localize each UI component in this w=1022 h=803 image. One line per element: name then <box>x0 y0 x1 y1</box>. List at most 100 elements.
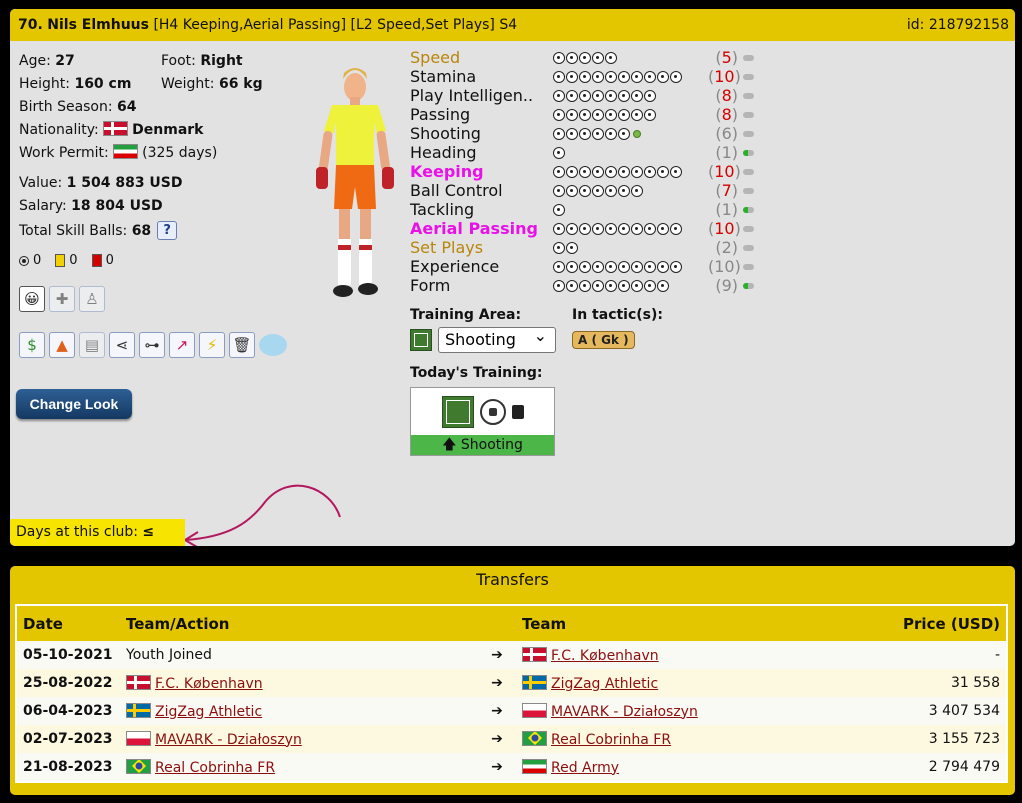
skill-ball-icon <box>553 165 565 178</box>
skill-row: Form (9) <box>410 276 760 295</box>
skill-value: (1) <box>715 143 738 162</box>
skill-ball-icon <box>579 279 591 292</box>
skill-ball-icon <box>670 222 682 235</box>
skill-ball-icon <box>618 89 630 102</box>
pl-flag-icon <box>126 730 151 746</box>
transfers-table: Date Team/Action Team Price (USD) 05-10-… <box>15 604 1008 783</box>
skill-value-number: 1 <box>721 200 732 219</box>
age-label: Age: <box>19 53 51 69</box>
transfer-row: 06-04-2023 ZigZag Athletic ➔ MAVARK - Dział… <box>17 697 1006 725</box>
sell-money-icon[interactable]: $ <box>19 332 45 358</box>
energy-lightning-icon[interactable]: ⚡ <box>199 332 225 358</box>
skill-name: Form <box>410 276 451 295</box>
skill-ball-icon <box>553 146 565 159</box>
shirt-icon <box>511 405 524 419</box>
transfer-to-team-link[interactable]: MAVARK - Działoszyn <box>551 704 698 720</box>
skill-ball-icon <box>553 51 565 64</box>
notes-document-icon[interactable]: ▤ <box>79 332 105 358</box>
skill-ball-icon <box>644 260 656 273</box>
transfer-date: 02-07-2023 <box>17 725 120 753</box>
skill-row: Passing (8) <box>410 105 760 124</box>
permit-value: (325 days) <box>142 145 218 161</box>
skill-name: Aerial Passing <box>410 219 538 238</box>
tactic-badge[interactable]: A ( Gk ) <box>572 331 635 349</box>
skill-ball-icon <box>644 108 656 121</box>
days-label: Days at this club: <box>16 524 138 540</box>
goal-ball-icon <box>19 255 29 266</box>
skill-name: Set Plays <box>410 238 484 257</box>
player-name: Nils Elmhuus <box>47 17 149 33</box>
skill-change-bar <box>743 168 754 175</box>
se-flag-icon <box>522 674 547 690</box>
player-avatar <box>316 68 394 297</box>
transfer-row: 02-07-2023 MAVARK - Działoszyn ➔ Real Cobri… <box>17 725 1006 753</box>
skill-ball-icon <box>618 70 630 83</box>
delete-trash-icon[interactable]: 🗑 <box>229 332 255 358</box>
skill-ball-icon <box>631 260 643 273</box>
skill-row: Tackling (1) <box>410 200 760 219</box>
skill-ball-icon <box>605 127 617 140</box>
skill-value-number: 1 <box>721 143 732 162</box>
skill-row: Experience (10) <box>410 257 760 276</box>
skill-ball-icon <box>605 184 617 197</box>
player-title: 70. Nils Elmhuus [H4 Keeping,Aerial Pass… <box>18 17 517 33</box>
todays-training: Today's Training: 🡅 Shooting <box>410 365 555 456</box>
arrow-right-icon: ➔ <box>478 697 516 725</box>
scout-binoculars-icon[interactable]: ⊶ <box>139 332 165 358</box>
change-look-button[interactable]: Change Look <box>16 389 132 419</box>
happy-face-icon[interactable]: 😀 <box>19 286 45 312</box>
skill-ball-icon <box>566 184 578 197</box>
skill-name: Speed <box>410 48 461 67</box>
skill-row: Keeping (10) <box>410 162 760 181</box>
skill-ball-icon <box>553 279 565 292</box>
help-button[interactable]: ? <box>157 221 178 240</box>
transfer-to-team-link[interactable]: Real Cobrinha FR <box>551 732 671 748</box>
skill-balls <box>553 241 708 254</box>
transfer-from-team-link[interactable]: ZigZag Athletic <box>155 704 262 720</box>
training-area-select[interactable]: Shooting <box>438 324 556 353</box>
training-cone-icon[interactable]: ▲ <box>49 332 75 358</box>
share-icon[interactable]: ⋖ <box>109 332 135 358</box>
skill-name: Play Intelligen.. <box>410 86 534 105</box>
skill-change-bar <box>743 54 754 61</box>
transfer-to-cell: MAVARK - Działoszyn <box>516 697 827 725</box>
skill-ball-icon <box>592 70 604 83</box>
stats-chart-icon[interactable]: ↗ <box>169 332 195 358</box>
skill-ball-icon <box>566 51 578 64</box>
skill-change-bar <box>743 149 754 156</box>
medical-cross-icon[interactable]: ✚ <box>49 286 75 312</box>
skill-ball-icon <box>618 279 630 292</box>
transfer-from-team-link[interactable]: MAVARK - Działoszyn <box>155 732 302 748</box>
skill-ball-icon <box>553 89 565 102</box>
skill-ball-icon <box>592 127 604 140</box>
skill-ball-icon <box>566 260 578 273</box>
trophy-icon[interactable]: ♙ <box>79 286 105 312</box>
transfer-from-team-link[interactable]: F.C. København <box>155 676 263 692</box>
transfer-to-team-link[interactable]: F.C. København <box>551 648 659 664</box>
transfers-panel: Transfers Date Team/Action Team Price (U… <box>10 566 1015 795</box>
skill-ball-icon <box>553 70 565 83</box>
skill-value: (7) <box>715 181 738 200</box>
skill-balls <box>553 165 708 178</box>
transfer-to-cell: Real Cobrinha FR <box>516 725 827 753</box>
transfer-from-team-link[interactable]: Real Cobrinha FR <box>155 760 275 776</box>
col-price: Price (USD) <box>826 606 1006 641</box>
arrow-annotation <box>184 484 341 546</box>
skill-row: Stamina (10) <box>410 67 760 86</box>
red-count: 0 <box>105 253 114 268</box>
br-flag-icon <box>126 758 151 774</box>
transfer-to-team-link[interactable]: ZigZag Athletic <box>551 676 658 692</box>
skill-ball-icon <box>592 222 604 235</box>
skill-ball-icon <box>618 165 630 178</box>
skill-value: (6) <box>715 124 738 143</box>
skill-ball-icon <box>618 260 630 273</box>
skill-row: Shooting (6) <box>410 124 760 143</box>
iran-flag-icon <box>113 144 139 159</box>
transfer-to-team-link[interactable]: Red Army <box>551 760 619 776</box>
chat-bubble-icon[interactable] <box>259 334 287 356</box>
transfer-row: 21-08-2023 Real Cobrinha FR ➔ Red Army 2 794… <box>17 753 1006 781</box>
transfers-title: Transfers <box>476 570 549 589</box>
pitch-icon <box>441 396 474 428</box>
skill-balls <box>553 146 708 159</box>
player-tags: [H4 Keeping,Aerial Passing] [L2 Speed,Se… <box>153 17 518 33</box>
